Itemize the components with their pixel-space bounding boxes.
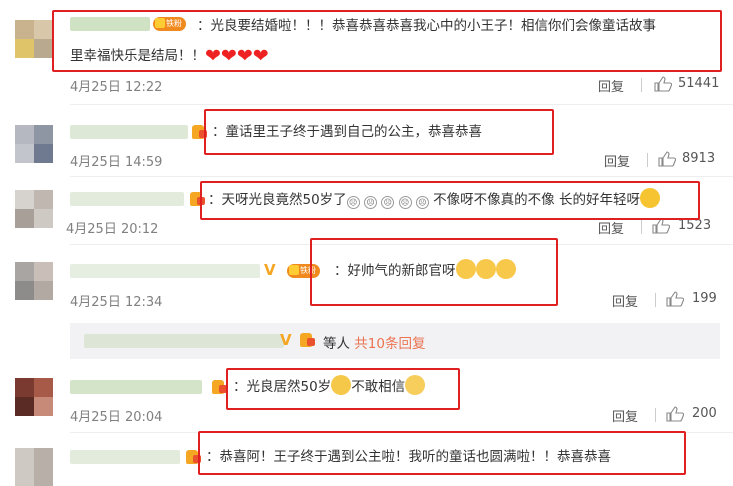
comment-text: ：恭喜阿！王子终于遇到公主啦！我听的童话也圆满啦！！恭喜恭喜	[206, 449, 611, 465]
fan-badge: 铁粉	[153, 17, 186, 31]
kiss-emoji	[455, 259, 476, 279]
sub-reply-username[interactable]	[84, 334, 284, 348]
reply-button[interactable]: 回复	[612, 291, 638, 310]
comment-text: ：光良居然50岁 不敢相信	[233, 374, 426, 400]
vip-icon	[300, 333, 315, 347]
comment-text: ：天呀光良竟然50岁了 ☹ ☹ ☹ ☹ ☹ 不像呀不像真的不像 长的好年轻呀	[208, 187, 660, 213]
like-count: 200	[692, 406, 717, 421]
divider	[70, 432, 733, 433]
thumbs-up-icon[interactable]	[666, 406, 684, 422]
view-replies-link[interactable]: 共10条回复	[354, 336, 425, 352]
like-count: 8913	[682, 151, 716, 166]
reply-button[interactable]: 回复	[598, 218, 624, 237]
divider	[655, 408, 656, 422]
avatar[interactable]	[15, 262, 53, 300]
reply-button[interactable]: 回复	[598, 76, 624, 95]
vip-v-icon: V	[264, 261, 276, 279]
timestamp: 4月25日 20:04	[70, 410, 163, 425]
comment-text: ：光良要结婚啦！！！恭喜恭喜恭喜我心中的小王子！相信你们会像童话故事	[197, 18, 656, 34]
avatar[interactable]	[15, 190, 53, 228]
divider	[655, 293, 656, 307]
like-count: 199	[692, 291, 717, 306]
avatar[interactable]	[15, 448, 53, 486]
like-count: 51441	[678, 76, 720, 91]
reply-button[interactable]: 回复	[612, 406, 638, 425]
vip-icon	[190, 192, 205, 206]
thumbs-up-icon[interactable]	[652, 218, 670, 234]
username[interactable]	[70, 264, 260, 278]
divider	[70, 244, 733, 245]
sweat-emoji	[331, 375, 352, 395]
reply-button[interactable]: 回复	[604, 151, 630, 170]
avatar[interactable]	[15, 20, 53, 58]
avatar[interactable]	[15, 378, 53, 416]
thumbs-up-icon[interactable]	[658, 151, 676, 167]
username[interactable]	[70, 17, 150, 31]
vip-v-icon: V	[280, 331, 292, 349]
username[interactable]	[70, 450, 180, 464]
kiss-emoji	[495, 259, 516, 279]
shocked-emoji	[405, 375, 426, 395]
divider	[641, 220, 642, 234]
sub-replies-bar: V 等人 共10条回复	[70, 323, 720, 359]
avatar[interactable]	[15, 125, 53, 163]
divider	[70, 104, 733, 105]
fan-badge: 铁粉	[287, 264, 320, 278]
timestamp: 4月25日 12:34	[70, 295, 163, 310]
vip-icon	[192, 125, 207, 139]
divider	[641, 78, 642, 92]
thumbs-up-icon[interactable]	[666, 291, 684, 307]
heart-emoji: ❤❤❤❤	[205, 45, 269, 67]
divider	[70, 176, 733, 177]
comment-text: ：好帅气的新郎官呀	[334, 258, 516, 284]
timestamp: 4月25日 20:12	[66, 222, 159, 237]
timestamp: 4月25日 12:22	[70, 80, 163, 95]
thumbs-up-icon[interactable]	[654, 76, 672, 92]
comment-text-cont: 里幸福快乐是结局！！❤❤❤❤	[70, 45, 269, 67]
vip-icon	[212, 380, 227, 394]
divider	[647, 153, 648, 167]
laugh-emoji	[639, 188, 660, 208]
emoji-group: ☹ ☹ ☹ ☹ ☹	[346, 192, 429, 209]
kiss-emoji	[475, 259, 496, 279]
username[interactable]	[70, 380, 202, 394]
username[interactable]	[70, 192, 184, 206]
username[interactable]	[70, 125, 188, 139]
vip-icon	[186, 450, 201, 464]
timestamp: 4月25日 14:59	[70, 155, 163, 170]
like-count: 1523	[678, 218, 712, 233]
sub-replies-text: 等人 共10条回复	[323, 336, 426, 352]
comment-text: ：童话里王子终于遇到自己的公主，恭喜恭喜	[212, 124, 482, 140]
